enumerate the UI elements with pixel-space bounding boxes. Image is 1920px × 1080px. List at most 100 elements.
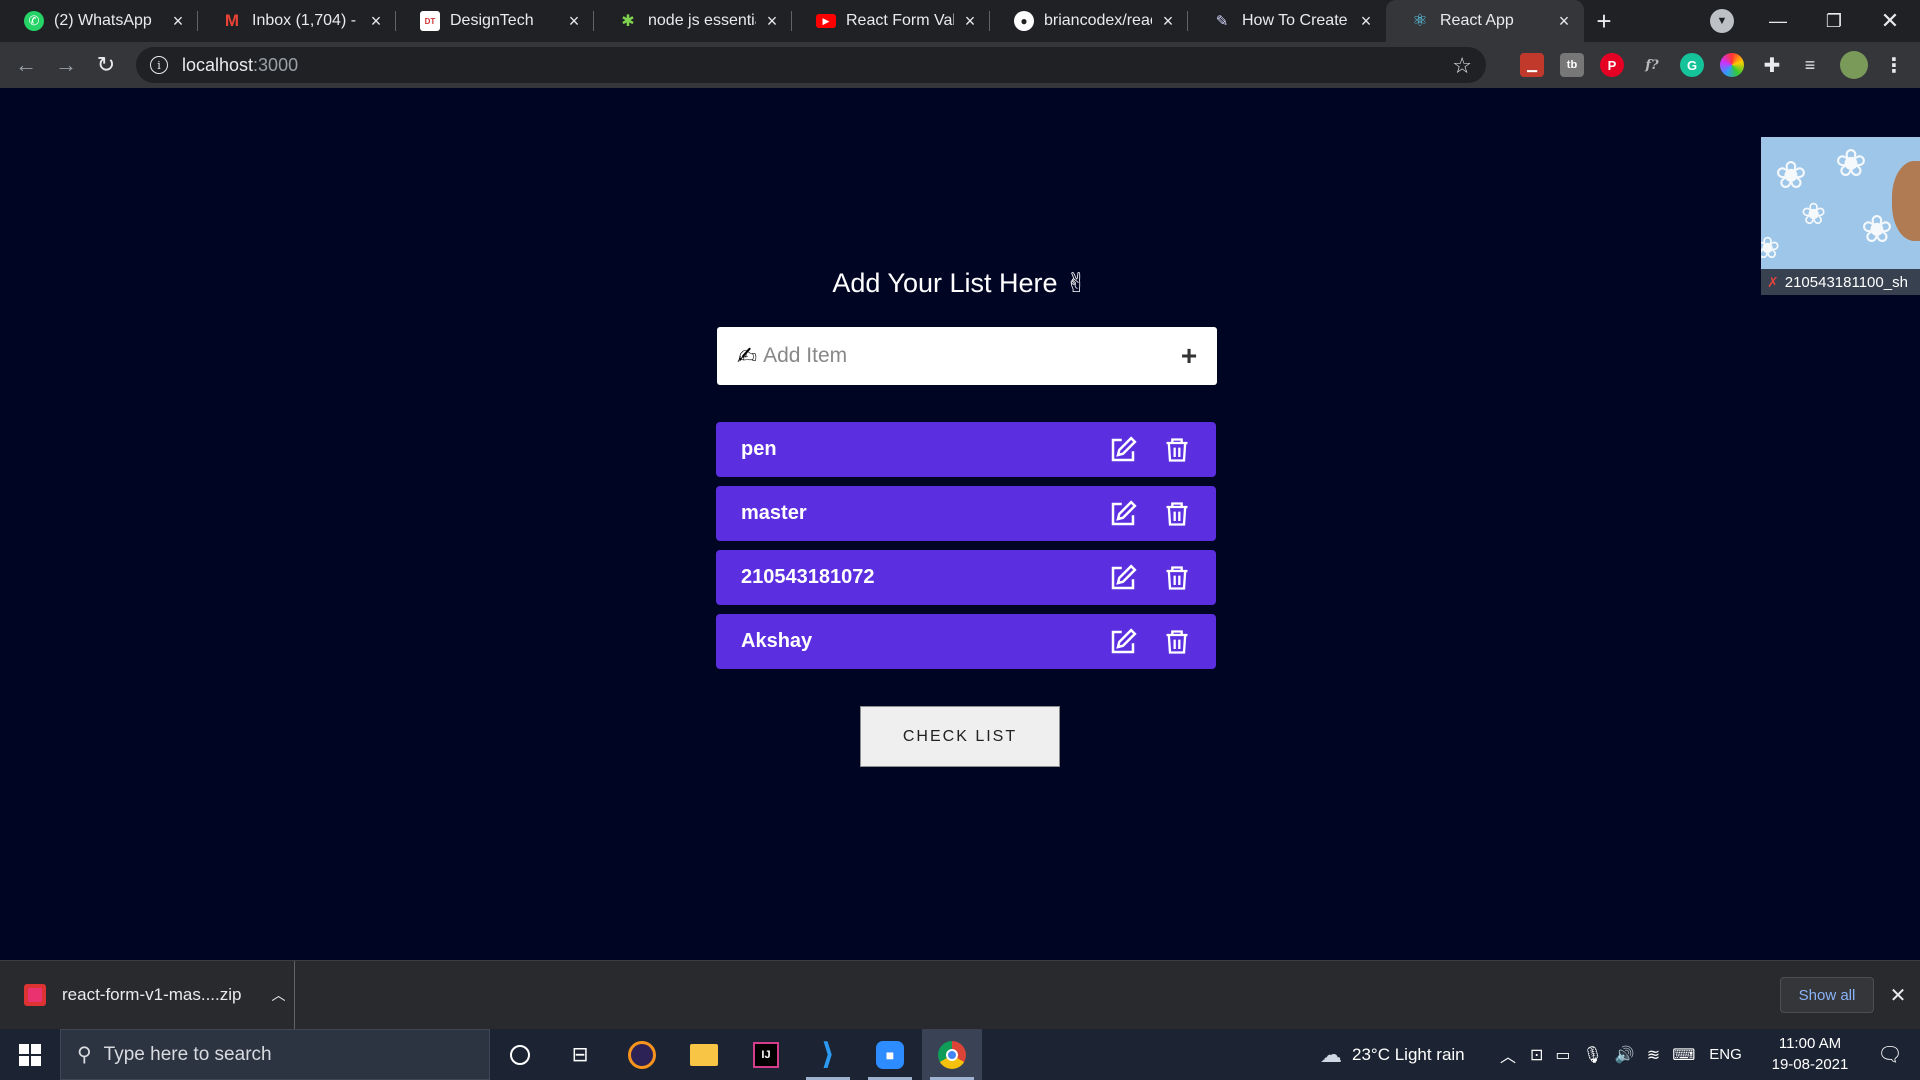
chrome-icon[interactable]: [922, 1029, 982, 1080]
notifications-icon[interactable]: 🗨: [1860, 1029, 1920, 1080]
edit-icon[interactable]: [1106, 497, 1140, 531]
download-item[interactable]: react-form-v1-mas....zip ︿: [0, 961, 295, 1029]
weather-text: 23°C Light rain: [1352, 1044, 1465, 1064]
close-icon[interactable]: ×: [1356, 11, 1376, 31]
trash-icon[interactable]: [1160, 497, 1194, 531]
tab-node-essentials[interactable]: ✱ node js essentials ×: [594, 0, 792, 42]
url-port: :3000: [253, 54, 299, 75]
designtech-icon: DT: [420, 11, 440, 31]
language-indicator[interactable]: ENG: [1709, 1046, 1742, 1063]
list-item: pen: [716, 422, 1216, 477]
taskbar-clock[interactable]: 11:00 AM 19-08-2021: [1762, 1033, 1858, 1075]
writing-hand-icon: ✍: [737, 342, 758, 370]
task-view-icon[interactable]: ⊟: [550, 1029, 610, 1080]
tab-whatsapp[interactable]: ✆ (2) WhatsApp ×: [0, 0, 198, 42]
tab-react-app[interactable]: ⚛ React App ×: [1386, 0, 1584, 42]
close-icon[interactable]: ×: [168, 11, 188, 31]
info-icon[interactable]: i: [150, 56, 168, 74]
close-icon[interactable]: ×: [564, 11, 584, 31]
color-picker-icon[interactable]: [1720, 53, 1744, 77]
window-close-button[interactable]: ✕: [1862, 0, 1918, 42]
item-list: pen master 210543181072 Akshay: [716, 422, 1216, 678]
chevron-up-icon[interactable]: ︿: [1500, 1043, 1516, 1067]
close-icon[interactable]: ×: [960, 11, 980, 31]
weather-widget[interactable]: ☁ 23°C Light rain: [1320, 1029, 1465, 1080]
close-icon[interactable]: ×: [1554, 11, 1574, 31]
tab-how-to-create[interactable]: ✎ How To Create Sir ×: [1188, 0, 1386, 42]
trash-icon[interactable]: [1160, 561, 1194, 595]
tab-github[interactable]: ● briancodex/react- ×: [990, 0, 1188, 42]
add-item-button[interactable]: +: [1175, 340, 1203, 371]
browser-menu-icon[interactable]: ⋮: [1882, 53, 1906, 77]
grammarly-icon[interactable]: G: [1680, 53, 1704, 77]
eclipse-icon[interactable]: [612, 1029, 672, 1080]
tab-react-form-validation[interactable]: ▶ React Form Valida ×: [792, 0, 990, 42]
intellij-icon[interactable]: IJ: [736, 1029, 796, 1080]
system-tray-icons: ︿ ⊡ ▭ 🎙 🔊 ≋ ⌨ ENG: [1500, 1029, 1742, 1080]
back-button[interactable]: ←: [6, 45, 46, 85]
microphone-icon[interactable]: 🎙: [1583, 1045, 1603, 1065]
zoom-icon[interactable]: ■: [860, 1029, 920, 1080]
download-file-name: react-form-v1-mas....zip: [62, 985, 242, 1004]
react-icon: ⚛: [1412, 11, 1428, 30]
extension-tb-icon[interactable]: tb: [1560, 53, 1584, 77]
github-icon: ●: [1014, 11, 1034, 31]
page-heading: Add Your List Here ✌: [832, 268, 1088, 298]
battery-icon[interactable]: ▭: [1555, 1045, 1570, 1065]
trash-icon[interactable]: [1160, 625, 1194, 659]
video-call-thumbnail[interactable]: ❀ ❀ ❀ ❀ ❀ ✗ 210543181100_sh: [1761, 137, 1920, 295]
chevron-up-icon[interactable]: ︿: [271, 985, 285, 1005]
item-label: 210543181072: [741, 566, 875, 588]
restore-button[interactable]: ❐: [1806, 0, 1862, 42]
address-bar[interactable]: i localhost:3000 ☆: [136, 47, 1486, 83]
whatsapp-icon: ✆: [24, 11, 44, 31]
volume-icon[interactable]: 🔊: [1615, 1045, 1635, 1065]
tab-gmail[interactable]: M Inbox (1,704) - ph ×: [198, 0, 396, 42]
meet-now-icon[interactable]: ⊡: [1530, 1045, 1543, 1065]
zip-file-icon: [24, 984, 46, 1006]
profile-avatar[interactable]: [1840, 51, 1868, 79]
youtube-icon: ▶: [816, 14, 836, 28]
file-explorer-icon[interactable]: [674, 1029, 734, 1080]
tab-title: briancodex/react-: [1044, 12, 1152, 29]
wifi-icon[interactable]: ≋: [1647, 1045, 1660, 1065]
search-icon: ⚲: [77, 1044, 92, 1066]
bookmark-star-icon[interactable]: ☆: [1452, 53, 1472, 79]
pinterest-icon[interactable]: P: [1600, 53, 1624, 77]
windows-start-icon[interactable]: [0, 1029, 60, 1080]
formula-icon[interactable]: f?: [1640, 53, 1664, 77]
taskbar-search-box[interactable]: ⚲ Type here to search: [60, 1029, 490, 1080]
cortana-icon[interactable]: [490, 1029, 550, 1080]
show-all-button[interactable]: Show all: [1780, 977, 1874, 1013]
tab-title: DesignTech: [450, 12, 534, 29]
reload-button[interactable]: ↻: [86, 45, 126, 85]
edit-icon[interactable]: [1106, 433, 1140, 467]
muted-mic-icon: ✗: [1767, 273, 1779, 290]
forward-button[interactable]: →: [46, 45, 86, 85]
item-label: Akshay: [741, 630, 813, 652]
clock-date: 19-08-2021: [1771, 1056, 1849, 1073]
close-icon[interactable]: ×: [1158, 11, 1178, 31]
reading-list-icon[interactable]: ≡: [1798, 53, 1822, 77]
new-tab-button[interactable]: +: [1584, 0, 1624, 42]
taskbar-search-placeholder: Type here to search: [103, 1043, 272, 1065]
close-icon[interactable]: ×: [762, 11, 782, 31]
close-icon[interactable]: ✕: [1884, 981, 1912, 1009]
minimize-button[interactable]: —: [1750, 0, 1806, 42]
extension-chart-icon[interactable]: ▁: [1520, 53, 1544, 77]
extensions-puzzle-icon[interactable]: ✚: [1760, 53, 1784, 77]
trash-icon[interactable]: [1160, 433, 1194, 467]
edit-icon[interactable]: [1106, 561, 1140, 595]
participant-face: [1892, 161, 1920, 241]
article-icon: ✎: [1215, 13, 1229, 30]
close-icon[interactable]: ×: [366, 11, 386, 31]
tab-search-icon[interactable]: ▼: [1710, 9, 1734, 33]
add-item-input[interactable]: [763, 344, 1175, 368]
tab-title: node js essentials: [648, 12, 756, 29]
tab-designtech[interactable]: DT DesignTech ×: [396, 0, 594, 42]
keyboard-icon[interactable]: ⌨: [1672, 1045, 1695, 1065]
vscode-icon[interactable]: ⟩: [798, 1029, 858, 1080]
edit-icon[interactable]: [1106, 625, 1140, 659]
download-bar: react-form-v1-mas....zip ︿ Show all ✕: [0, 960, 1920, 1029]
check-list-button[interactable]: CHECK LIST: [860, 706, 1060, 767]
